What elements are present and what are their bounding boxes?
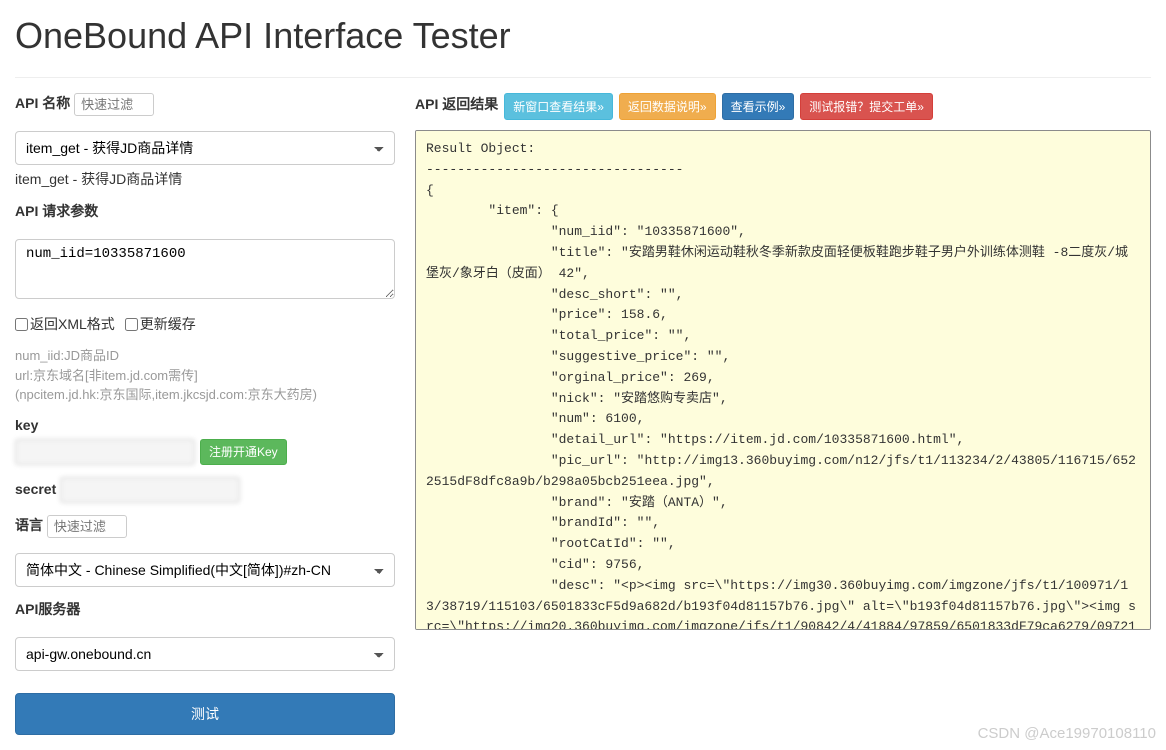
help-line2: url:京东域名[非item.jd.com需传] xyxy=(15,366,395,386)
api-select[interactable]: item_get - 获得JD商品详情 xyxy=(15,131,395,165)
xml-checkbox[interactable] xyxy=(15,318,28,331)
cache-checkbox-wrap[interactable]: 更新缓存 xyxy=(125,314,196,334)
api-name-label: API 名称 xyxy=(15,93,70,113)
test-button[interactable]: 测试 xyxy=(15,693,395,735)
newwindow-button[interactable]: 新窗口查看结果» xyxy=(504,93,613,120)
key-label: key xyxy=(15,417,38,433)
register-key-button[interactable]: 注册开通Key xyxy=(200,439,287,465)
help-line3: (npcitem.jd.hk:京东国际,item.jkcsjd.com:京东大药… xyxy=(15,385,395,405)
lang-filter-input[interactable] xyxy=(47,515,127,538)
xml-checkbox-label: 返回XML格式 xyxy=(30,314,115,334)
divider xyxy=(15,77,1151,78)
api-filter-input[interactable] xyxy=(74,93,154,116)
page-title: OneBound API Interface Tester xyxy=(15,15,1151,57)
lang-label: 语言 xyxy=(15,515,43,535)
result-box[interactable]: Result Object: -------------------------… xyxy=(415,130,1151,630)
result-label: API 返回结果 xyxy=(415,94,498,114)
lang-select[interactable]: 简体中文 - Chinese Simplified(中文[简体])#zh-CN xyxy=(15,553,395,587)
secret-label: secret xyxy=(15,481,56,497)
secret-input[interactable] xyxy=(60,477,240,503)
help-line1: num_iid:JD商品ID xyxy=(15,346,395,366)
main-container: API 名称 item_get - 获得JD商品详情 item_get - 获得… xyxy=(15,93,1151,735)
help-text: num_iid:JD商品ID url:京东域名[非item.jd.com需传] … xyxy=(15,346,395,405)
key-input[interactable] xyxy=(15,439,195,465)
cache-checkbox[interactable] xyxy=(125,318,138,331)
example-button[interactable]: 查看示例» xyxy=(722,93,795,120)
api-name-row: API 名称 xyxy=(15,93,395,119)
result-header: API 返回结果 新窗口查看结果» 返回数据说明» 查看示例» 测试报错？提交工… xyxy=(415,93,1151,120)
report-button[interactable]: 测试报错？提交工单» xyxy=(800,93,933,120)
req-params-textarea[interactable] xyxy=(15,239,395,299)
left-panel: API 名称 item_get - 获得JD商品详情 item_get - 获得… xyxy=(15,93,395,735)
server-select[interactable]: api-gw.onebound.cn xyxy=(15,637,395,671)
right-panel: API 返回结果 新窗口查看结果» 返回数据说明» 查看示例» 测试报错？提交工… xyxy=(415,93,1151,735)
datadesc-button[interactable]: 返回数据说明» xyxy=(619,93,716,120)
server-label: API服务器 xyxy=(15,599,80,619)
api-select-subtext: item_get - 获得JD商品详情 xyxy=(15,169,395,189)
xml-checkbox-wrap[interactable]: 返回XML格式 xyxy=(15,314,115,334)
req-params-label: API 请求参数 xyxy=(15,201,98,221)
cache-checkbox-label: 更新缓存 xyxy=(140,314,196,334)
